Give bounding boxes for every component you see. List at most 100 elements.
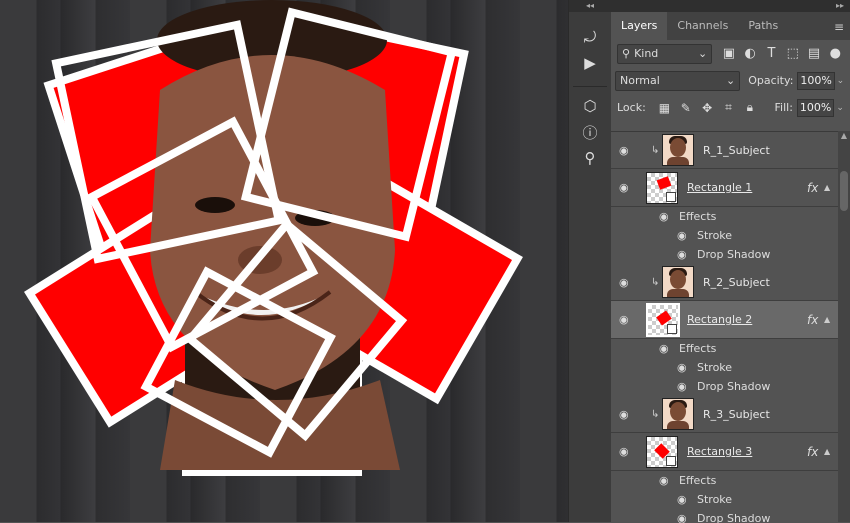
layer-thumbnail[interactable] xyxy=(646,302,680,337)
effect-visibility-eye-icon[interactable]: ◉ xyxy=(677,248,687,261)
blend-mode-select[interactable]: Normal ⌄ xyxy=(615,70,741,91)
fill-dropdown-icon[interactable]: ⌄ xyxy=(834,103,846,113)
effects-label: Effects xyxy=(679,342,717,355)
layer-effects-fx-icon[interactable]: fx xyxy=(807,445,818,459)
visibility-eye-icon[interactable]: ◉ xyxy=(619,445,629,458)
document-canvas[interactable] xyxy=(0,0,568,522)
tab-paths[interactable]: Paths xyxy=(738,12,788,40)
history-icon[interactable]: ⤾ xyxy=(569,24,611,50)
3d-cube-icon[interactable]: ⬡ xyxy=(569,93,611,119)
filter-smart-object-icon[interactable]: ▤ xyxy=(803,46,824,61)
effect-visibility-eye-icon[interactable]: ◉ xyxy=(677,361,687,374)
tool-separator xyxy=(573,76,607,87)
collapse-effects-chevron-icon[interactable]: ▲ xyxy=(824,447,830,456)
tab-layers[interactable]: Layers xyxy=(611,12,668,40)
effects-label: Effects xyxy=(679,474,717,487)
effect-row[interactable]: ◉ Drop Shadow xyxy=(611,245,838,264)
effects-visibility-eye-icon[interactable]: ◉ xyxy=(659,342,669,355)
effect-visibility-eye-icon[interactable]: ◉ xyxy=(677,229,687,242)
effect-visibility-eye-icon[interactable]: ◉ xyxy=(677,380,687,393)
lock-artboard-icon[interactable]: ⌗ xyxy=(718,100,739,115)
layer-row[interactable]: ◉ ↳ R_2_Subject xyxy=(611,264,838,301)
visibility-eye-icon[interactable]: ◉ xyxy=(619,313,629,326)
lock-position-move-icon[interactable]: ✥ xyxy=(696,101,717,115)
effects-visibility-eye-icon[interactable]: ◉ xyxy=(659,474,669,487)
clipping-mask-icon: ↳ xyxy=(651,408,660,420)
layer-name[interactable]: Rectangle 3 xyxy=(687,445,752,458)
layer-thumbnail[interactable] xyxy=(646,435,678,468)
scroll-thumb[interactable] xyxy=(840,171,848,211)
filter-type-icon[interactable]: T xyxy=(761,46,782,61)
layer-row[interactable]: ◉ Rectangle 1 fx ▲ xyxy=(611,169,838,207)
layer-row[interactable]: ◉ Rectangle 2 fx ▲ xyxy=(611,301,838,339)
effects-group-row[interactable]: ◉ Effects xyxy=(611,339,838,358)
vector-shape-badge-icon xyxy=(667,323,677,334)
layer-effects-fx-icon[interactable]: fx xyxy=(807,181,818,195)
effect-row[interactable]: ◉ Stroke xyxy=(611,226,838,245)
visibility-eye-icon[interactable]: ◉ xyxy=(619,144,629,157)
opacity-dropdown-icon[interactable]: ⌄ xyxy=(835,76,846,86)
lock-all-icon[interactable]: 🔒︎ xyxy=(739,100,760,115)
collapse-effects-chevron-icon[interactable]: ▲ xyxy=(824,315,830,324)
layer-name[interactable]: Rectangle 2 xyxy=(687,313,752,326)
layer-name[interactable]: R_1_Subject xyxy=(703,144,770,157)
collapse-dock-button[interactable]: ◂◂ xyxy=(569,0,611,12)
effects-group-row[interactable]: ◉ Effects xyxy=(611,207,838,226)
layer-thumbnail[interactable] xyxy=(646,171,678,204)
effect-row[interactable]: ◉ Drop Shadow xyxy=(611,509,838,523)
vector-shape-badge-icon xyxy=(666,455,676,466)
layer-name[interactable]: R_3_Subject xyxy=(703,408,770,421)
collapse-panel-button[interactable]: ▸▸ xyxy=(611,0,850,12)
info-icon[interactable]: ⓘ xyxy=(569,119,611,145)
play-actions-icon[interactable]: ▶ xyxy=(569,50,611,76)
collapse-effects-chevron-icon[interactable]: ▲ xyxy=(824,183,830,192)
effects-group-row[interactable]: ◉ Effects xyxy=(611,471,838,490)
layer-thumbnail[interactable] xyxy=(662,266,694,298)
layers-panel: ▸▸ Layers Channels Paths ≡ ⚲ Kind ⌄ ▣ ◐ … xyxy=(611,0,850,523)
chevron-down-icon: ⌄ xyxy=(725,74,736,87)
layer-row[interactable]: ◉ ↳ R_3_Subject xyxy=(611,396,838,433)
filter-adjustment-icon[interactable]: ◐ xyxy=(740,46,761,61)
collage-artwork xyxy=(24,0,523,476)
filter-kind-label: Kind xyxy=(634,47,659,60)
effect-name: Stroke xyxy=(697,229,733,242)
visibility-eye-icon[interactable]: ◉ xyxy=(619,408,629,421)
layer-row[interactable]: ◉ Rectangle 3 fx ▲ xyxy=(611,433,838,471)
vector-shape-badge-icon xyxy=(666,191,676,202)
effects-visibility-eye-icon[interactable]: ◉ xyxy=(659,210,669,223)
lock-row: Lock: ▦ ✎ ✥ ⌗ 🔒︎ Fill: 100% ⌄ xyxy=(611,94,850,121)
filter-toggle-icon[interactable]: ● xyxy=(825,46,846,61)
layers-list: ◉ ↳ R_1_Subject ◉ Rectangle 1 fx ▲ ◉ Effects ◉ Str… xyxy=(611,131,838,523)
scroll-up-icon[interactable]: ▲ xyxy=(838,131,850,143)
visibility-eye-icon[interactable]: ◉ xyxy=(619,181,629,194)
opacity-label: Opacity: xyxy=(748,74,794,87)
filter-pixel-icon[interactable]: ▣ xyxy=(718,46,739,61)
lock-label: Lock: xyxy=(617,101,646,114)
panel-menu-icon[interactable]: ≡ xyxy=(834,20,844,34)
blend-row: Normal ⌄ Opacity: 100% ⌄ xyxy=(611,67,850,94)
layers-scrollbar[interactable]: ▲ xyxy=(838,131,850,522)
layer-effects-fx-icon[interactable]: fx xyxy=(807,313,818,327)
layer-name[interactable]: Rectangle 1 xyxy=(687,181,752,194)
filter-kind-select[interactable]: ⚲ Kind ⌄ xyxy=(617,43,713,64)
effect-visibility-eye-icon[interactable]: ◉ xyxy=(677,512,687,523)
clone-source-icon[interactable]: ⚲ xyxy=(569,145,611,171)
effect-visibility-eye-icon[interactable]: ◉ xyxy=(677,493,687,506)
fill-input[interactable]: 100% xyxy=(796,98,835,117)
opacity-input[interactable]: 100% xyxy=(797,71,835,90)
lock-image-brush-icon[interactable]: ✎ xyxy=(675,101,696,115)
layer-name[interactable]: R_2_Subject xyxy=(703,276,770,289)
filter-row: ⚲ Kind ⌄ ▣ ◐ T ⬚ ▤ ● xyxy=(611,40,850,67)
tab-channels[interactable]: Channels xyxy=(667,12,738,40)
filter-shape-icon[interactable]: ⬚ xyxy=(782,46,803,61)
layer-thumbnail[interactable] xyxy=(662,398,694,430)
lock-transparent-icon[interactable]: ▦ xyxy=(654,101,675,115)
effect-name: Drop Shadow xyxy=(697,512,771,523)
effect-row[interactable]: ◉ Drop Shadow xyxy=(611,377,838,396)
layer-row[interactable]: ◉ ↳ R_1_Subject xyxy=(611,132,838,169)
effect-row[interactable]: ◉ Stroke xyxy=(611,358,838,377)
effect-row[interactable]: ◉ Stroke xyxy=(611,490,838,509)
visibility-eye-icon[interactable]: ◉ xyxy=(619,276,629,289)
effects-label: Effects xyxy=(679,210,717,223)
layer-thumbnail[interactable] xyxy=(662,134,694,166)
